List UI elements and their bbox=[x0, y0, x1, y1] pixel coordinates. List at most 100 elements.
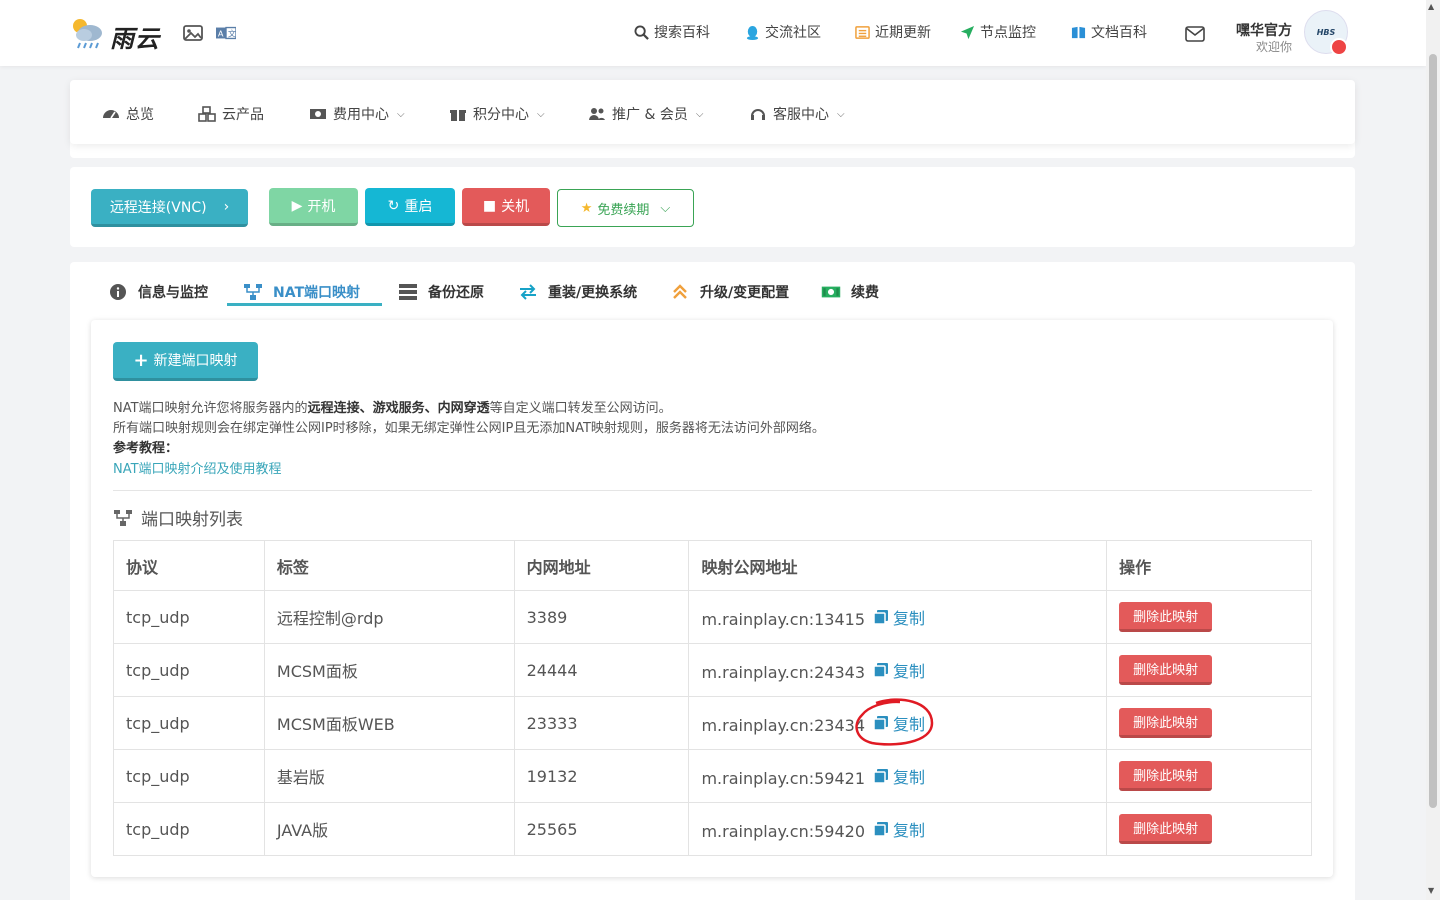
user-name[interactable]: 嘿华官方 bbox=[1230, 20, 1292, 40]
public-address: m.rainplay.cn:13415 bbox=[701, 610, 866, 629]
module-nav-support-label: 客服中心 bbox=[773, 107, 829, 123]
nav-monitor[interactable]: 节点监控 bbox=[960, 22, 1036, 42]
protocol-cell: tcp_udp bbox=[113, 590, 265, 644]
users-icon bbox=[589, 108, 605, 120]
tab-reinstall-os[interactable]: 重装/更换系统 bbox=[518, 278, 637, 306]
free-renew-button[interactable]: ★ 免费续期 ⌵ bbox=[557, 189, 694, 227]
nav-docs-label: 文档百科 bbox=[1091, 25, 1147, 41]
nav-search[interactable]: 搜索百科 bbox=[634, 22, 710, 42]
module-nav-cloud-products-label: 云产品 bbox=[222, 107, 264, 123]
tutorial-link[interactable]: NAT端口映射介绍及使用教程 bbox=[113, 458, 282, 477]
mail-icon[interactable] bbox=[1185, 26, 1205, 42]
nav-community[interactable]: 交流社区 bbox=[745, 22, 821, 42]
tab-backup-restore[interactable]: 备份还原 bbox=[398, 278, 484, 306]
label-cell: 基岩版 bbox=[263, 749, 515, 803]
translate-icon[interactable]: A 文 bbox=[216, 25, 236, 41]
module-nav-overview[interactable]: 总览 bbox=[102, 104, 154, 124]
action-card bbox=[70, 167, 1355, 247]
table-row: tcp_udp 远程控制@rdp 3389 m.rainplay.cn:1341… bbox=[113, 590, 1312, 644]
server-icon bbox=[399, 284, 417, 300]
copy-button[interactable]: 复制 bbox=[873, 605, 925, 629]
module-nav-cloud-products[interactable]: 云产品 bbox=[198, 104, 264, 124]
label-cell: MCSM面板 bbox=[263, 643, 515, 697]
delete-mapping-button[interactable]: 删除此映射 bbox=[1119, 761, 1213, 791]
delete-mapping-button[interactable]: 删除此映射 bbox=[1119, 708, 1213, 738]
copy-button[interactable]: 复制 bbox=[873, 658, 925, 682]
sitemap-icon bbox=[114, 509, 132, 526]
nav-updates[interactable]: 近期更新 bbox=[855, 22, 931, 42]
settings-badge-icon[interactable] bbox=[1330, 38, 1348, 56]
start-button[interactable]: ▶ 开机 bbox=[269, 188, 358, 226]
book-icon bbox=[1071, 26, 1086, 38]
image-icon[interactable] bbox=[183, 25, 203, 41]
qq-icon bbox=[746, 25, 759, 40]
module-nav-points[interactable]: 积分中心 ⌵ bbox=[449, 104, 545, 124]
avatar-text: HBS bbox=[1316, 27, 1336, 37]
shutdown-button-label: 关机 bbox=[501, 198, 530, 215]
start-button-label: 开机 bbox=[307, 198, 336, 215]
port-mapping-table: 协议 标签 内网地址 映射公网地址 操作 tcp_udp 远程控制@rdp 33… bbox=[113, 540, 1312, 856]
vnc-button[interactable]: 远程连接(VNC) › bbox=[91, 189, 248, 227]
table-row: tcp_udp 基岩版 19132 m.rainplay.cn:59421 复制 … bbox=[113, 749, 1312, 803]
public-address-cell: m.rainplay.cn:24343 复制 bbox=[688, 643, 1108, 697]
restart-button[interactable]: ↻ 重启 bbox=[365, 188, 455, 226]
tab-renew-label: 续费 bbox=[851, 285, 879, 301]
copy-button-label: 复制 bbox=[893, 821, 926, 840]
tab-info-monitor[interactable]: 信息与监控 bbox=[108, 278, 208, 306]
module-nav-support[interactable]: 客服中心 ⌵ bbox=[749, 104, 845, 124]
desc-bold: 游戏服务 bbox=[372, 401, 425, 416]
nat-description-line2: 所有端口映射规则会在绑定弹性公网IP时移除，如果无绑定弹性公网IP且无添加NAT… bbox=[113, 421, 825, 436]
scrollbar-thumb[interactable] bbox=[1429, 54, 1437, 808]
action-cell: 删除此映射 bbox=[1106, 696, 1312, 750]
port-mapping-list-title: 端口映射列表 bbox=[113, 505, 243, 530]
tab-renew[interactable]: 续费 bbox=[821, 278, 879, 306]
shutdown-button[interactable]: ■ 关机 bbox=[462, 188, 550, 226]
action-cell: 删除此映射 bbox=[1106, 749, 1312, 803]
desc-sep: 、 bbox=[359, 401, 373, 416]
scroll-up-arrow-icon[interactable]: ▲ bbox=[1428, 2, 1434, 11]
reference-label: 参考教程： bbox=[113, 441, 179, 456]
user-welcome: 欢迎你 bbox=[1255, 40, 1292, 54]
internal-port-cell: 19132 bbox=[513, 749, 690, 803]
protocol-cell: tcp_udp bbox=[113, 802, 265, 856]
new-port-mapping-button[interactable]: + 新建端口映射 bbox=[113, 342, 258, 381]
label-cell: JAVA版 bbox=[263, 802, 515, 856]
module-nav-referral[interactable]: 推广 & 会员 ⌵ bbox=[588, 104, 703, 124]
copy-button[interactable]: 复制 bbox=[873, 764, 925, 788]
public-address-cell: m.rainplay.cn:59421 复制 bbox=[688, 749, 1108, 803]
action-cell: 删除此映射 bbox=[1106, 802, 1312, 856]
logo-icon[interactable] bbox=[70, 16, 106, 50]
tab-reinstall-os-label: 重装/更换系统 bbox=[548, 285, 638, 301]
tab-upgrade-config[interactable]: 升级/变更配置 bbox=[670, 278, 789, 306]
module-nav-billing[interactable]: 费用中心 ⌵ bbox=[309, 104, 405, 124]
column-header: 内网地址 bbox=[513, 540, 690, 591]
protocol-cell: tcp_udp bbox=[113, 749, 265, 803]
money-icon bbox=[310, 109, 326, 119]
delete-mapping-button[interactable]: 删除此映射 bbox=[1119, 655, 1213, 685]
copy-button[interactable]: 复制 bbox=[873, 817, 925, 841]
annotation-circle bbox=[855, 698, 934, 746]
label-cell: 远程控制@rdp bbox=[263, 590, 515, 644]
table-row: tcp_udp MCSM面板 24444 m.rainplay.cn:24343… bbox=[113, 643, 1312, 697]
tab-info-monitor-label: 信息与监控 bbox=[138, 285, 208, 301]
module-nav: 总览 云产品 费用中心 ⌵ 积分中心 ⌵ 推广 & 会员 ⌵ 客服中心 ⌵ bbox=[70, 80, 1355, 144]
table-row: tcp_udp MCSM面板WEB 23333 m.rainplay.cn:23… bbox=[113, 696, 1312, 750]
public-address-cell: m.rainplay.cn:13415 复制 bbox=[688, 590, 1108, 644]
logo-text[interactable]: 雨云 bbox=[110, 19, 160, 54]
module-nav-referral-label: 推广 & 会员 bbox=[612, 107, 688, 123]
chevron-down-icon: ⌵ bbox=[695, 108, 704, 120]
desc-text: NAT端口映射允许您将服务器内的 bbox=[113, 401, 308, 416]
scroll-down-arrow-icon[interactable]: ▼ bbox=[1428, 886, 1434, 895]
delete-mapping-button[interactable]: 删除此映射 bbox=[1119, 602, 1213, 632]
column-header: 操作 bbox=[1106, 540, 1312, 591]
active-tab-indicator bbox=[227, 303, 382, 306]
module-nav-overview-label: 总览 bbox=[126, 107, 154, 123]
refresh-icon: ↻ bbox=[387, 197, 400, 214]
copy-icon bbox=[873, 610, 889, 625]
tab-nat-port-mapping[interactable]: NAT端口映射 bbox=[243, 278, 360, 306]
list-icon bbox=[855, 25, 870, 39]
delete-mapping-button[interactable]: 删除此映射 bbox=[1119, 814, 1213, 844]
desc-sep: 、 bbox=[424, 401, 438, 416]
nav-docs[interactable]: 文档百科 bbox=[1071, 22, 1147, 42]
desc-text: 等自定义端口转发至公网访问。 bbox=[489, 401, 672, 416]
